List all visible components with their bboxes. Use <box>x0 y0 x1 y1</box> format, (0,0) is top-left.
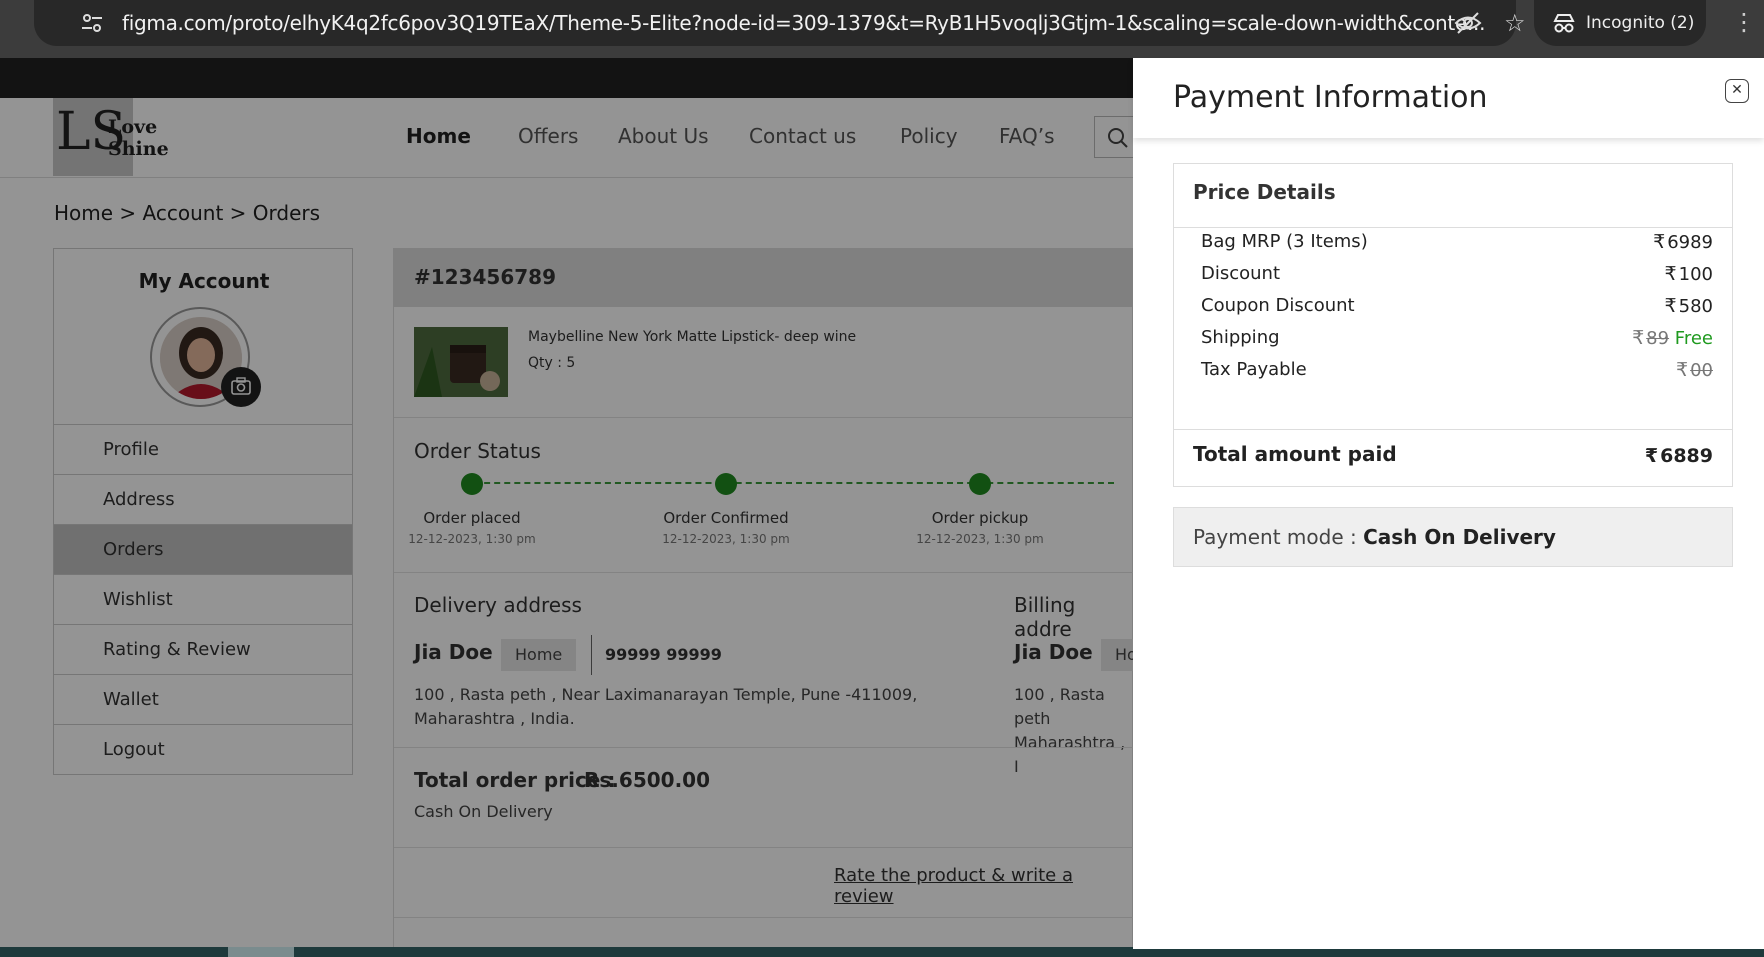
incognito-label: Incognito (2) <box>1586 13 1695 33</box>
shipping-label: Shipping <box>1201 327 1280 348</box>
incognito-indicator[interactable]: Incognito (2) <box>1534 0 1706 46</box>
row-tax: Tax Payable ₹00 <box>1201 356 1713 386</box>
bookmark-star-icon[interactable]: ☆ <box>1504 9 1526 37</box>
browser-menu-icon[interactable]: ⋮ <box>1732 8 1756 36</box>
modal-backdrop[interactable] <box>0 58 1133 949</box>
rupee-icon: ₹ <box>1653 231 1666 253</box>
row-discount: Discount ₹100 <box>1201 260 1713 290</box>
tax-label: Tax Payable <box>1201 359 1307 380</box>
coupon-label: Coupon Discount <box>1201 295 1355 316</box>
rupee-icon: ₹ <box>1644 445 1659 467</box>
payment-mode-value: Cash On Delivery <box>1363 525 1556 549</box>
rupee-icon: ₹ <box>1664 295 1677 317</box>
payment-mode-box: Payment mode : Cash On Delivery <box>1173 507 1733 567</box>
bag-mrp-label: Bag MRP (3 Items) <box>1201 231 1368 252</box>
discount-label: Discount <box>1201 263 1281 284</box>
total-paid-value: ₹6889 <box>1644 445 1713 467</box>
url-text[interactable]: figma.com/proto/elhyK4q2fc6pov3Q19TEaX/T… <box>122 11 1485 35</box>
rupee-icon: ₹ <box>1632 327 1645 349</box>
price-details-card: Price Details Bag MRP (3 Items) ₹6989 Di… <box>1173 163 1733 487</box>
address-bar[interactable]: figma.com/proto/elhyK4q2fc6pov3Q19TEaX/T… <box>34 0 1526 46</box>
browser-chrome: figma.com/proto/elhyK4q2fc6pov3Q19TEaX/T… <box>0 0 1764 58</box>
discount-value: ₹100 <box>1664 263 1713 285</box>
payment-mode-label: Payment mode : <box>1193 525 1364 549</box>
panel-header: Payment Information ✕ <box>1133 58 1764 138</box>
rupee-icon: ₹ <box>1664 263 1677 285</box>
row-coupon: Coupon Discount ₹580 <box>1201 292 1713 322</box>
payment-mode: Payment mode : Cash On Delivery <box>1193 525 1556 549</box>
price-details-header: Price Details <box>1174 164 1732 228</box>
bag-mrp-value: ₹6989 <box>1653 231 1713 253</box>
shipping-free-badge: Free <box>1674 328 1713 349</box>
panel-title: Payment Information <box>1173 80 1488 115</box>
divider <box>1174 429 1732 430</box>
eye-off-icon[interactable] <box>1454 10 1482 36</box>
incognito-icon <box>1553 14 1575 33</box>
row-shipping: Shipping ₹89 Free <box>1201 324 1713 354</box>
price-details-title: Price Details <box>1193 180 1336 204</box>
tax-value: ₹00 <box>1676 359 1713 381</box>
shipping-value: ₹89 Free <box>1632 327 1713 349</box>
site-settings-icon[interactable] <box>80 11 104 35</box>
total-paid-label: Total amount paid <box>1193 442 1397 466</box>
coupon-value: ₹580 <box>1664 295 1713 317</box>
rupee-icon: ₹ <box>1676 359 1689 381</box>
close-icon[interactable]: ✕ <box>1725 79 1749 103</box>
row-bag-mrp: Bag MRP (3 Items) ₹6989 <box>1201 228 1713 258</box>
shipping-old-price: 89 <box>1646 328 1670 349</box>
payment-info-panel: Payment Information ✕ Price Details Bag … <box>1133 58 1764 949</box>
